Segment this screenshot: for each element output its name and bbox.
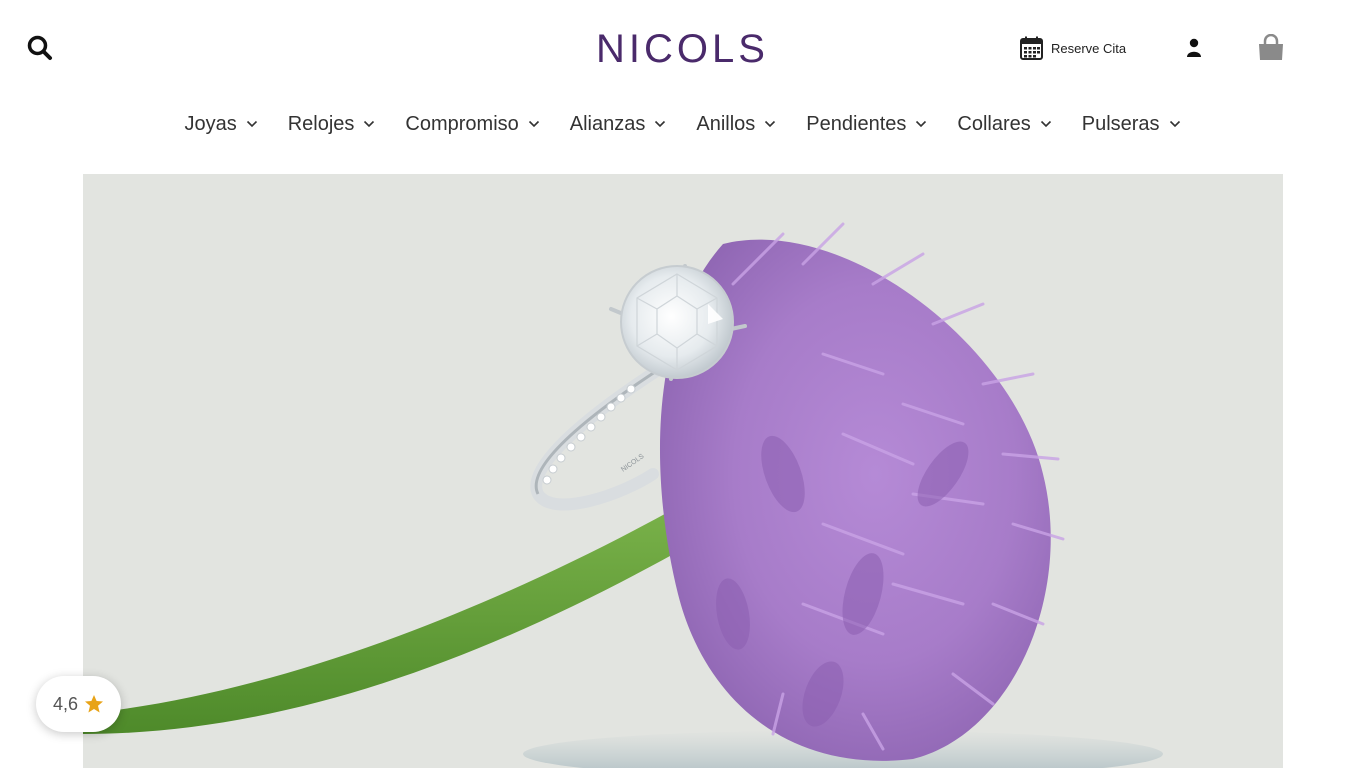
- nav-item-label: Pulseras: [1081, 112, 1160, 135]
- reserve-appointment-link[interactable]: Reserve Cita: [1020, 36, 1126, 60]
- site-header: NICOLS Reserve Cita: [0, 0, 1365, 96]
- chevron-down-icon: [765, 120, 776, 128]
- chevron-down-icon: [1169, 120, 1180, 128]
- account-button[interactable]: [1185, 38, 1203, 58]
- main-navigation: Joyas Relojes Compromiso Alianzas Anillo…: [0, 106, 1365, 142]
- nav-item-collares[interactable]: Collares: [957, 106, 1051, 142]
- chevron-down-icon: [1040, 120, 1051, 128]
- chevron-down-icon: [655, 120, 666, 128]
- reserve-label: Reserve Cita: [1051, 40, 1127, 56]
- nav-item-label: Joyas: [184, 112, 237, 135]
- nav-item-pulseras[interactable]: Pulseras: [1082, 106, 1181, 142]
- chevron-down-icon: [246, 120, 257, 128]
- nav-item-anillos[interactable]: Anillos: [696, 106, 776, 142]
- nav-item-relojes[interactable]: Relojes: [288, 106, 376, 142]
- hero-banner[interactable]: NICOLS: [83, 174, 1283, 768]
- nav-item-label: Compromiso: [405, 112, 519, 135]
- nav-item-alianzas[interactable]: Alianzas: [570, 106, 667, 142]
- nav-item-label: Pendientes: [806, 112, 907, 135]
- nav-item-joyas[interactable]: Joyas: [184, 106, 257, 142]
- rating-badge[interactable]: 4,6: [36, 676, 121, 732]
- brand-logo[interactable]: NICOLS: [0, 27, 1365, 71]
- shopping-bag-icon: [1259, 33, 1283, 60]
- hero-image: NICOLS: [83, 174, 1283, 768]
- nav-item-compromiso[interactable]: Compromiso: [405, 106, 539, 142]
- user-icon: [1187, 38, 1201, 57]
- nav-item-label: Collares: [957, 112, 1031, 135]
- star-icon: [85, 695, 104, 713]
- chevron-down-icon: [364, 120, 375, 128]
- chevron-down-icon: [528, 120, 539, 128]
- calendar-icon: [1020, 36, 1043, 60]
- nav-item-label: Anillos: [696, 112, 756, 135]
- chevron-down-icon: [916, 120, 927, 128]
- nav-item-pendientes[interactable]: Pendientes: [806, 106, 927, 142]
- cart-button[interactable]: [1256, 33, 1286, 62]
- nav-item-label: Relojes: [287, 112, 355, 135]
- nav-item-label: Alianzas: [569, 112, 646, 135]
- rating-value: 4,6: [52, 693, 79, 714]
